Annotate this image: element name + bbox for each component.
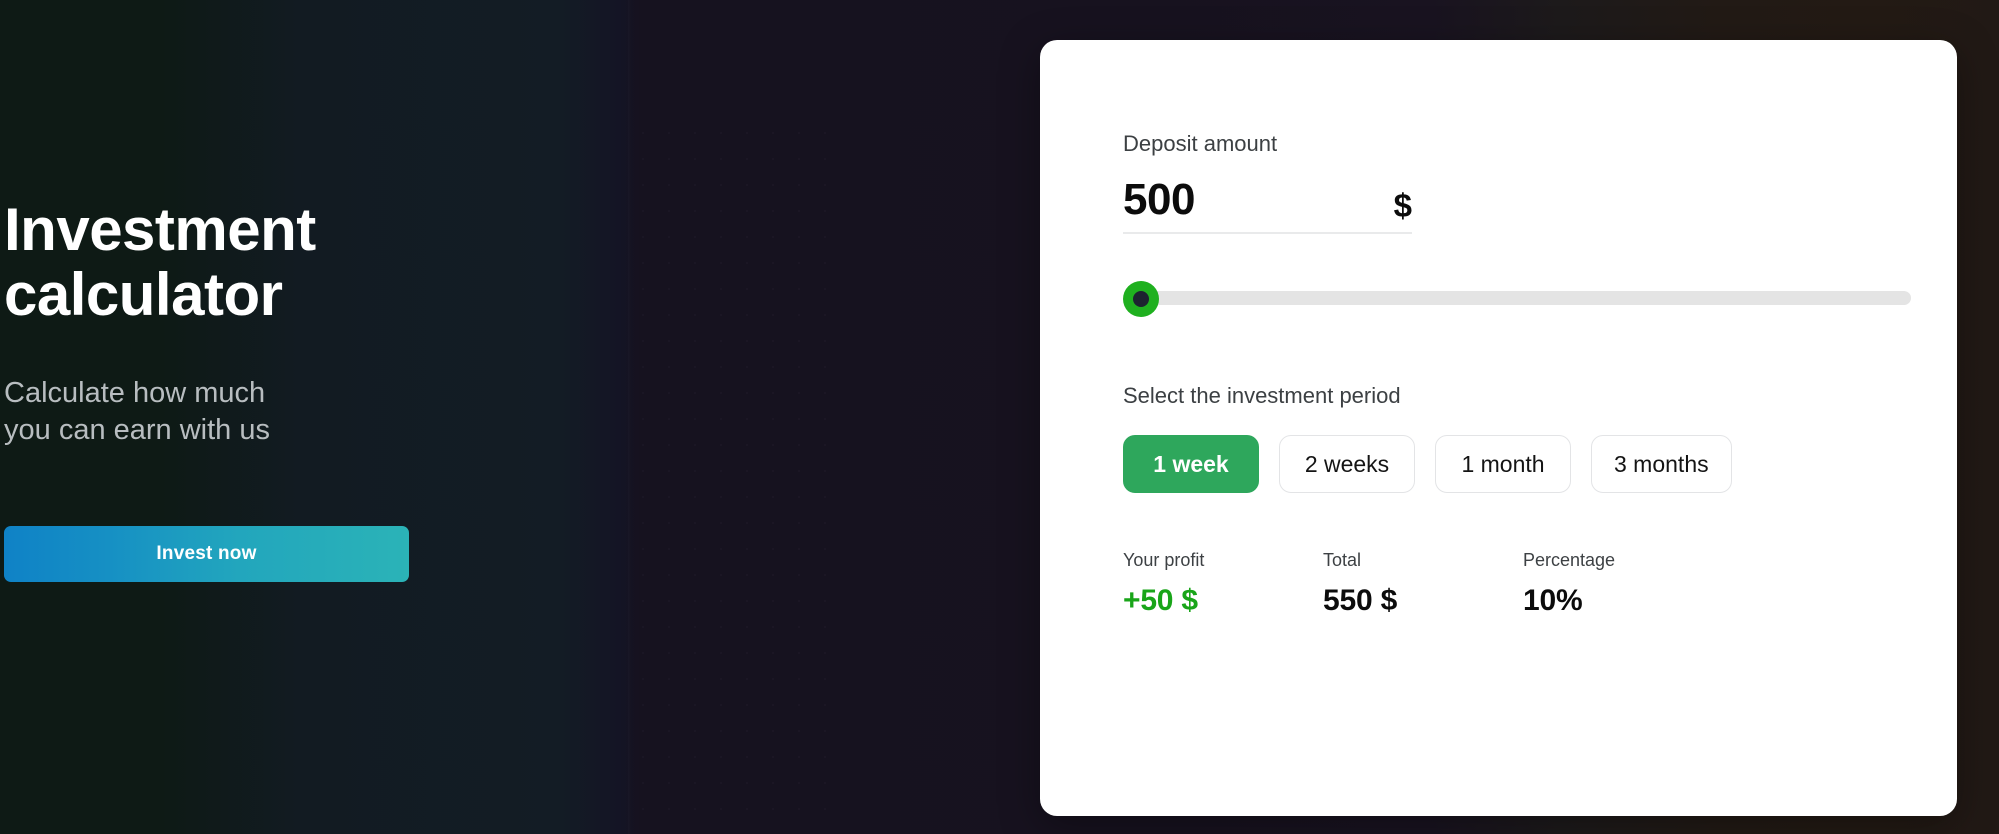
result-your-profit: Your profit +50 $ bbox=[1123, 551, 1323, 616]
result-percentage: Percentage 10% bbox=[1523, 551, 1723, 616]
result-label-your-profit: Your profit bbox=[1123, 550, 1205, 570]
period-option-1-week[interactable]: 1 week bbox=[1123, 435, 1259, 493]
hero-subtitle: Calculate how much you can earn with us bbox=[4, 376, 270, 446]
investment-calculator-card: Deposit amount $ Select the investment p… bbox=[1040, 40, 1957, 816]
deposit-amount-label: Deposit amount bbox=[1123, 131, 1278, 156]
deposit-amount-slider[interactable] bbox=[1123, 277, 1911, 319]
result-total: Total 550 $ bbox=[1323, 551, 1523, 616]
page-background: Investment calculator Calculate how much… bbox=[0, 0, 1999, 834]
investment-period-options: 1 week 2 weeks 1 month 3 months bbox=[1123, 435, 1897, 493]
slider-track[interactable] bbox=[1141, 291, 1911, 305]
period-option-1-month[interactable]: 1 month bbox=[1435, 435, 1571, 493]
result-label-percentage: Percentage bbox=[1523, 550, 1616, 570]
page-title: Investment calculator bbox=[4, 196, 316, 328]
background-dot-texture bbox=[630, 120, 850, 834]
investment-period-label: Select the investment period bbox=[1123, 383, 1401, 408]
invest-now-button[interactable]: Invest now bbox=[4, 526, 409, 583]
results-summary: Your profit +50 $ Total 550 $ Percentage… bbox=[1123, 551, 1897, 616]
slider-thumb[interactable] bbox=[1123, 281, 1159, 317]
deposit-amount-input[interactable] bbox=[1123, 175, 1388, 225]
deposit-amount-field[interactable]: $ bbox=[1123, 175, 1412, 234]
calculator-content: Deposit amount $ Select the investment p… bbox=[1123, 131, 1911, 616]
result-value-total: 550 $ bbox=[1323, 584, 1398, 617]
background-seam bbox=[628, 0, 631, 834]
result-label-total: Total bbox=[1323, 550, 1362, 570]
hero-section: Investment calculator Calculate how much… bbox=[4, 196, 474, 583]
result-value-your-profit: +50 $ bbox=[1123, 584, 1198, 617]
period-option-2-weeks[interactable]: 2 weeks bbox=[1279, 435, 1415, 493]
result-value-percentage: 10% bbox=[1523, 584, 1583, 617]
period-option-3-months[interactable]: 3 months bbox=[1591, 435, 1732, 493]
currency-symbol: $ bbox=[1393, 187, 1412, 224]
